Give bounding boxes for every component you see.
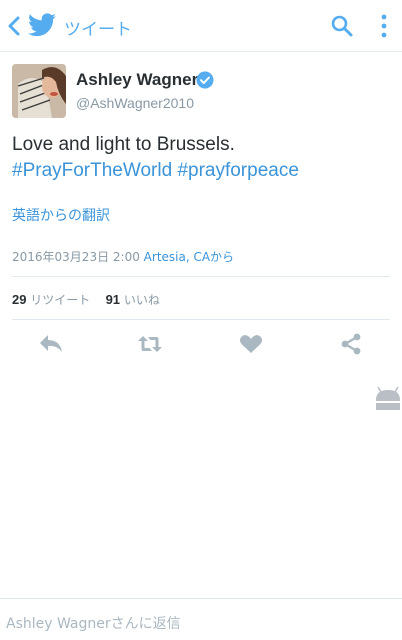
page-title: ツイート [64, 20, 132, 40]
divider [12, 276, 390, 277]
reply-input-placeholder[interactable]: Ashley Wagnerさんに返信 [6, 613, 181, 633]
tweet-meta: 2016年03月23日 2:00 Artesia, CAから [12, 248, 234, 265]
tweet-stats: 29 リツイート 91 いいね [12, 291, 160, 308]
reply-bar[interactable]: Ashley Wagnerさんに返信 [0, 598, 402, 640]
tweet-timestamp: 2016年03月23日 2:00 [12, 250, 140, 264]
top-bar: ツイート [0, 0, 402, 52]
translate-link[interactable]: 英語からの翻訳 [12, 205, 110, 225]
android-robot-icon[interactable] [374, 386, 402, 410]
search-icon[interactable] [330, 14, 354, 38]
hashtag-link[interactable]: #PrayForTheWorld [12, 160, 172, 181]
back-arrow-icon[interactable] [6, 14, 22, 38]
tweet-text: Love and light to Brussels. #PrayForTheW… [12, 132, 392, 184]
author-handle[interactable]: @AshWagner2010 [76, 95, 194, 111]
retweet-count-label[interactable]: リツイート [30, 293, 90, 307]
verified-badge-icon [196, 71, 214, 89]
twitter-bird-icon [28, 13, 56, 37]
retweet-count[interactable]: 29 [12, 292, 26, 307]
reply-icon[interactable] [38, 332, 64, 356]
like-count-label[interactable]: いいね [124, 293, 160, 307]
share-icon[interactable] [338, 332, 364, 356]
tweet-location-link[interactable]: Artesia, CAから [144, 250, 234, 264]
retweet-icon[interactable] [137, 332, 163, 356]
hashtag-link[interactable]: #prayforpeace [177, 160, 298, 181]
avatar[interactable] [12, 64, 66, 118]
more-options-icon[interactable] [376, 12, 392, 40]
like-count[interactable]: 91 [106, 292, 120, 307]
tweet-text-body: Love and light to Brussels. [12, 134, 235, 155]
divider [12, 319, 390, 320]
author-name[interactable]: Ashley Wagner [76, 70, 198, 90]
like-heart-icon[interactable] [238, 332, 264, 356]
avatar-image [12, 64, 66, 118]
